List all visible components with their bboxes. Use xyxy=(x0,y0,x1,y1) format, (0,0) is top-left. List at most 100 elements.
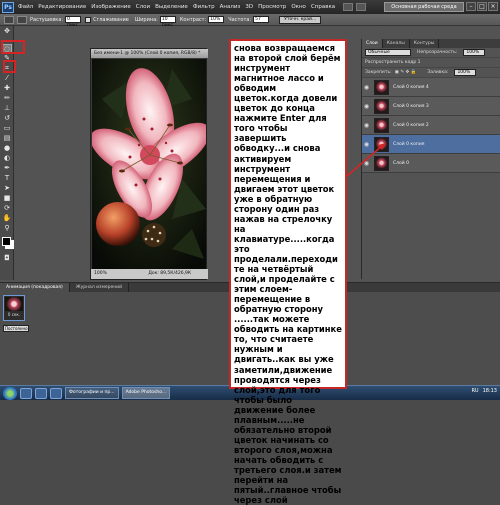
refine-edge-button[interactable]: Уточн. край... xyxy=(279,15,322,24)
document-tab[interactable]: Без имени-1 @ 100% (Слой 0 копия, RGB/8)… xyxy=(91,49,208,58)
clone-stamp-tool-icon[interactable]: ⊥ xyxy=(2,104,12,113)
menu-view[interactable]: Просмотр xyxy=(258,4,286,10)
move-tool-highlight xyxy=(1,40,25,54)
frame-delay[interactable]: 0 сек. xyxy=(4,312,24,317)
layer-item[interactable]: ◉ Слой 0 копия 4 xyxy=(362,78,500,97)
menu-window[interactable]: Окно xyxy=(291,4,306,10)
eye-icon[interactable]: ◉ xyxy=(362,160,371,167)
history-brush-tool-icon[interactable]: ↺ xyxy=(2,114,12,123)
dodge-tool-icon[interactable]: ◐ xyxy=(2,154,12,163)
language-indicator[interactable]: RU xyxy=(471,388,478,394)
eraser-tool-icon[interactable]: ▭ xyxy=(2,124,12,133)
type-tool-icon[interactable]: T xyxy=(2,174,12,183)
tab-measurement-log[interactable]: Журнал измерений xyxy=(70,283,130,292)
brush-tool-icon[interactable]: ✏ xyxy=(2,94,12,103)
tab-channels[interactable]: Каналы xyxy=(383,39,410,48)
maximize-icon[interactable]: □ xyxy=(477,2,487,11)
frame-thumbnail xyxy=(5,297,23,311)
blend-mode-select[interactable]: Обычные xyxy=(365,49,411,56)
layer-item[interactable]: ◉ Слой 0 xyxy=(362,154,500,173)
menu-file[interactable]: Файл xyxy=(18,4,33,10)
layers-panel-tabs: Слои Каналы Контуры xyxy=(362,39,500,48)
path-select-tool-icon[interactable]: ➤ xyxy=(2,184,12,193)
fill-label: Заливка: xyxy=(427,70,449,75)
loop-select[interactable]: Постоянно xyxy=(3,325,29,332)
3d-rotate-tool-icon[interactable]: ⟳ xyxy=(2,204,12,213)
layer-item-selected[interactable]: ◉ Слой 0 копия xyxy=(362,135,500,154)
tab-paths[interactable]: Контуры xyxy=(410,39,440,48)
eye-icon[interactable]: ◉ xyxy=(362,122,371,129)
menu-layers[interactable]: Слои xyxy=(136,4,150,10)
zoom-tool-icon[interactable]: ⚲ xyxy=(2,224,12,233)
hand-tool-icon[interactable]: ✋ xyxy=(2,214,12,223)
workspace-switcher[interactable]: Основная рабочая среда xyxy=(384,2,464,12)
menu-filter[interactable]: Фильтр xyxy=(193,4,215,10)
menu-analysis[interactable]: Анализ xyxy=(220,4,241,10)
canvas[interactable] xyxy=(92,59,206,269)
layer-thumbnail xyxy=(374,136,389,152)
contrast-label: Контраст: xyxy=(179,16,207,23)
start-button-icon[interactable] xyxy=(3,386,17,400)
lily-flower-image xyxy=(92,59,206,269)
explorer-icon[interactable] xyxy=(20,387,32,399)
menu-select[interactable]: Выделение xyxy=(155,4,188,10)
minimize-icon[interactable]: – xyxy=(466,2,476,11)
antialias-label: Сглаживание xyxy=(93,16,129,23)
tab-layers[interactable]: Слои xyxy=(362,39,383,48)
blend-opacity-row: Обычные Непрозрачность: 100% xyxy=(362,48,500,58)
frequency-input[interactable]: 57 xyxy=(253,16,270,23)
color-swatches[interactable] xyxy=(2,237,11,246)
bridge-icon[interactable] xyxy=(343,3,354,11)
mini-bridge-icon[interactable] xyxy=(356,3,367,11)
layer-name: Слой 0 копия 4 xyxy=(393,84,429,90)
quick-mask-icon[interactable]: ◘ xyxy=(2,254,12,263)
unify-label: Распространить кадр 1 xyxy=(365,60,421,65)
photoshop-logo-icon: Ps xyxy=(2,1,14,13)
menu-help[interactable]: Справка xyxy=(311,4,335,10)
healing-brush-tool-icon[interactable]: ✚ xyxy=(2,84,12,93)
layer-thumbnail xyxy=(374,117,389,133)
close-icon[interactable]: × xyxy=(488,2,498,11)
document-status-bar: 100% Док: 89,5К/426,9К xyxy=(91,269,208,279)
opacity-input[interactable]: 100% xyxy=(463,49,486,56)
eye-icon[interactable]: ◉ xyxy=(362,84,371,91)
options-bar: Растушевка: 0 пикс Сглаживание Ширина: 1… xyxy=(0,14,500,28)
eye-icon[interactable]: ◉ xyxy=(362,103,371,110)
tool-preset-icon[interactable] xyxy=(4,15,14,24)
taskbar-item-active[interactable]: Adobe Photosho... xyxy=(121,387,171,399)
width-input[interactable]: 10 пикс xyxy=(159,16,176,28)
system-tray: RU 18:13 xyxy=(471,388,497,394)
lock-icons[interactable]: ▣ ✎ ✥ 🔒 xyxy=(395,70,417,75)
media-player-icon[interactable] xyxy=(35,387,47,399)
menu-image[interactable]: Изображение xyxy=(91,4,131,10)
blur-tool-icon[interactable]: ● xyxy=(2,144,12,153)
antialias-checkbox[interactable] xyxy=(85,16,92,23)
menu-edit[interactable]: Редактирование xyxy=(38,4,86,10)
eyedropper-tool-icon[interactable]: ⁄ xyxy=(2,74,12,83)
browser-icon[interactable] xyxy=(50,387,62,399)
menu-3d[interactable]: 3D xyxy=(245,4,253,10)
fill-input[interactable]: 100% xyxy=(454,69,477,76)
frequency-label: Частота: xyxy=(228,16,252,23)
layer-item[interactable]: ◉ Слой 0 копия 3 xyxy=(362,97,500,116)
contrast-input[interactable]: 10% xyxy=(208,16,225,23)
width-label: Ширина: xyxy=(134,16,158,23)
instruction-note: снова возвращаемся на второй слой берём … xyxy=(229,39,347,505)
eye-icon[interactable]: ◉ xyxy=(362,141,371,148)
gradient-tool-icon[interactable]: ▤ xyxy=(2,134,12,143)
taskbar-item[interactable]: Фотографии и пр... xyxy=(65,387,119,399)
feather-input[interactable]: 0 пикс xyxy=(65,16,82,28)
layer-item[interactable]: ◉ Слой 0 копия 2 xyxy=(362,116,500,135)
lasso-tool-highlight xyxy=(3,60,16,73)
tab-animation[interactable]: Анимация (покадровая) xyxy=(0,283,70,292)
clock[interactable]: 18:13 xyxy=(483,388,497,394)
pen-tool-icon[interactable]: ✒ xyxy=(2,164,12,173)
zoom-level[interactable]: 100% xyxy=(94,271,107,276)
animation-frame[interactable]: 0 сек. xyxy=(3,295,25,321)
move-tool-icon[interactable]: ✥ xyxy=(2,27,12,36)
layer-name: Слой 0 копия 3 xyxy=(393,103,429,109)
selection-mode-icon[interactable] xyxy=(17,15,27,24)
window-controls: – □ × xyxy=(465,2,498,11)
shape-tool-icon[interactable]: ■ xyxy=(2,194,12,203)
layer-list: ◉ Слой 0 копия 4 ◉ Слой 0 копия 3 ◉ Слой… xyxy=(362,78,500,173)
